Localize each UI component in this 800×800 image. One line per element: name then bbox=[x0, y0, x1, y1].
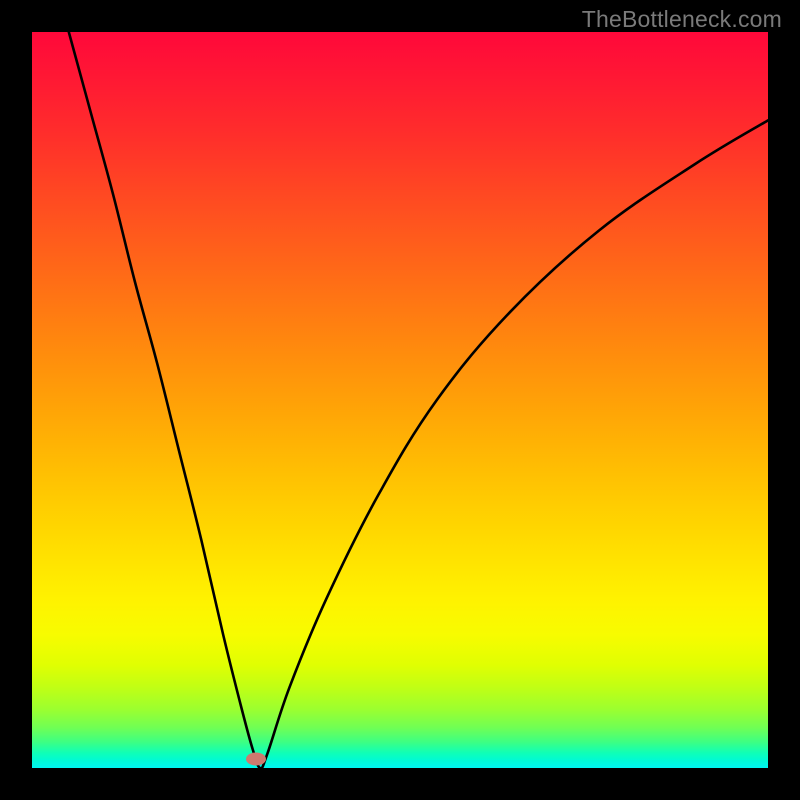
watermark-text: TheBottleneck.com bbox=[582, 6, 782, 33]
chart-frame: TheBottleneck.com bbox=[0, 0, 800, 800]
chart-svg bbox=[32, 32, 768, 768]
bottleneck-curve bbox=[69, 32, 768, 768]
minimum-marker bbox=[246, 753, 266, 766]
plot-area bbox=[32, 32, 768, 768]
